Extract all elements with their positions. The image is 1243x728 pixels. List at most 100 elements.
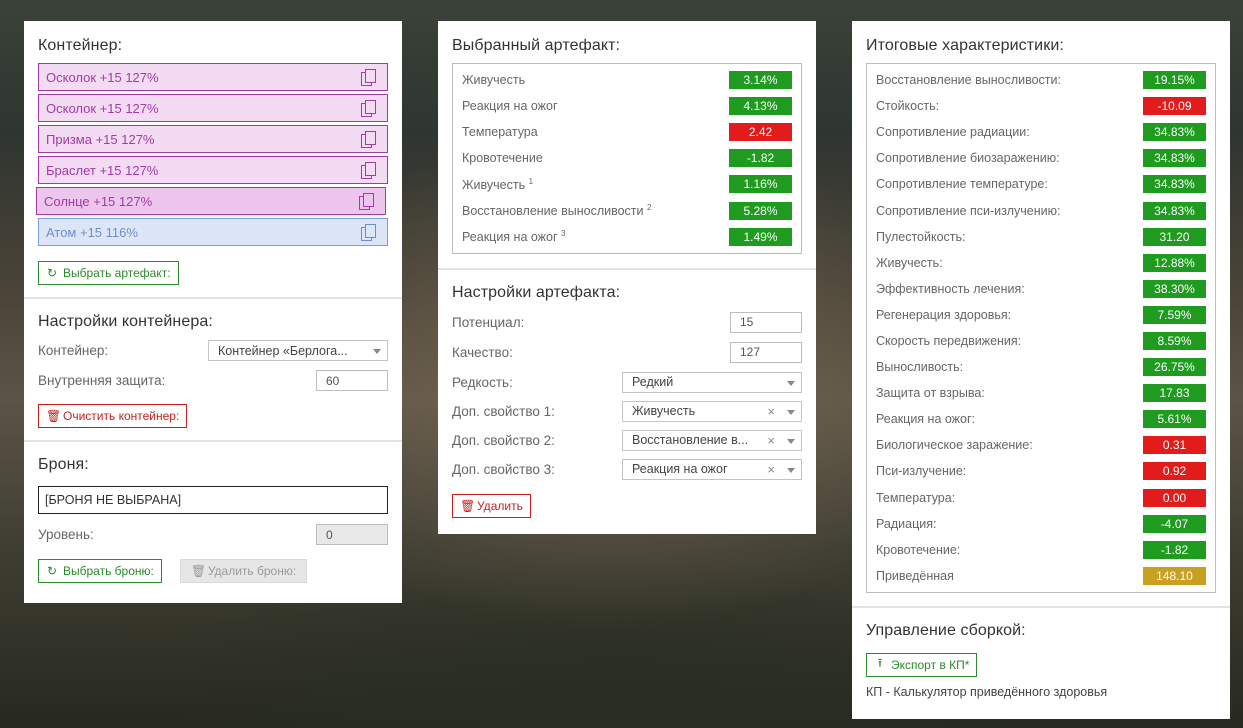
rarity-row: Редкость: Редкий (452, 371, 802, 393)
clear-icon[interactable]: × (767, 462, 775, 477)
stat-label: Реакция на ожог 3 (462, 229, 566, 244)
stat-label-text: Реакция на ожог (462, 230, 558, 245)
stat-value: 34.83% (1143, 175, 1206, 194)
stat-label-text: Защита от взрыва: (876, 386, 985, 401)
container-select[interactable]: Контейнер «Берлога... (208, 340, 388, 361)
armor-display[interactable]: [БРОНЯ НЕ ВЫБРАНА] (38, 486, 388, 514)
copy-icon[interactable] (361, 131, 377, 149)
copy-icon[interactable] (361, 224, 377, 242)
table-row: Пси-излучение: 0.92 (876, 458, 1206, 484)
choose-armor-button[interactable]: ↻ Выбрать броню: (38, 559, 162, 583)
stat-label: Кровотечение (462, 151, 543, 165)
delete-artifact-button[interactable]: 🗑 Удалить (452, 493, 531, 518)
stat-label-text: Сопротивление пси-излучению: (876, 203, 1061, 218)
container-item[interactable]: Осколок +15 127% (38, 94, 388, 122)
export-button[interactable]: ⭱ Экспорт в КП* (866, 652, 978, 677)
table-row: Стойкость: -10.09 (876, 93, 1206, 119)
stat-value: 0.92 (1143, 462, 1206, 481)
stat-label-text: Приведённая (876, 568, 954, 583)
container-item[interactable]: Осколок +15 127% (38, 63, 388, 91)
stat-label: Восстановление выносливости: (876, 73, 1061, 87)
stat-label-text: Реакция на ожог (462, 99, 558, 114)
quality-input[interactable]: 127 (730, 341, 802, 363)
chevron-down-icon (787, 467, 795, 473)
stat-label: Сопротивление температуре: (876, 177, 1048, 191)
choose-artifact-button[interactable]: ↻ Выбрать артефакт: (38, 261, 179, 285)
stat-label: Радиация: (876, 517, 937, 531)
table-row: Реакция на ожог 3 1.49% (462, 224, 792, 250)
stat-label-text: Биологическое заражение: (876, 438, 1033, 453)
prop3-select[interactable]: Реакция на ожог × (622, 458, 802, 480)
stat-label-text: Реакция на ожог: (876, 412, 976, 427)
stat-value: 17.83 (1143, 384, 1206, 403)
chevron-down-icon (787, 438, 795, 444)
container-item[interactable]: Солнце +15 127% (36, 187, 386, 215)
prop2-select[interactable]: Восстановление в... × (622, 429, 802, 451)
prop1-select[interactable]: Живучесть × (622, 400, 802, 422)
delete-armor-button[interactable]: 🗑 Удалить броню: (179, 559, 308, 583)
stat-label-text: Стойкость: (876, 99, 940, 114)
stat-value: 148.10 (1143, 566, 1206, 585)
stat-value: 34.83% (1143, 201, 1206, 220)
clear-container-button[interactable]: 🗑 Очистить контейнер: (38, 404, 188, 428)
container-item-label: Призма +15 127% (46, 131, 155, 147)
stat-value: 3.14% (729, 71, 792, 90)
stat-label-text: Сопротивление температуре: (876, 177, 1048, 192)
potential-input[interactable]: 15 (730, 311, 802, 333)
chevron-down-icon (373, 349, 381, 354)
artifact-settings-section: Настройки артефакта: Потенциал: 15 Качес… (438, 270, 816, 528)
trash-icon: 🗑 (190, 564, 207, 578)
trash-icon: 🗑 (46, 409, 62, 423)
container-settings-title: Настройки контейнера: (38, 313, 213, 330)
stat-label-text: Регенерация здоровья: (876, 307, 1012, 322)
prop3-row: Доп. свойство 3: Реакция на ожог × (452, 458, 802, 480)
clear-icon[interactable]: × (767, 404, 775, 419)
stat-value: 0.00 (1143, 488, 1206, 507)
stat-label: Реакция на ожог: (876, 412, 975, 426)
totals-section: Итоговые характеристики: Восстановление … (852, 21, 1230, 608)
prop1-row: Доп. свойство 1: Живучесть × (452, 400, 802, 422)
stat-label: Стойкость: (876, 99, 939, 113)
stat-value: 1.49% (729, 227, 792, 246)
armor-value: [БРОНЯ НЕ ВЫБРАНА] (45, 493, 182, 507)
prop1-value: Живучесть (632, 404, 696, 419)
container-item[interactable]: Браслет +15 127% (38, 156, 388, 184)
container-item[interactable]: Атом +15 116% (38, 218, 388, 246)
stat-label-text: Скорость передвижения: (876, 333, 1022, 348)
stat-label-text: Температура: (876, 490, 956, 505)
armor-title: Броня: (38, 456, 89, 473)
level-input[interactable]: 0 (316, 524, 388, 545)
quality-row: Качество: 127 (452, 341, 802, 363)
middle-panel: Выбранный артефакт: Живучесть 3.14% Реакци… (438, 21, 816, 534)
clear-icon[interactable]: × (767, 433, 775, 448)
rarity-select[interactable]: Редкий (622, 371, 802, 393)
copy-icon[interactable] (361, 69, 377, 87)
table-row: Сопротивление биозаражению: 34.83% (876, 145, 1206, 171)
copy-icon[interactable] (359, 193, 375, 211)
copy-icon[interactable] (361, 100, 377, 118)
table-row: Живучесть: 12.88% (876, 250, 1206, 276)
table-row: Реакция на ожог: 5.61% (876, 406, 1206, 432)
container-item[interactable]: Призма +15 127% (38, 125, 388, 153)
choose-armor-label: Выбрать броню: (63, 564, 154, 578)
container-items-list: Осколок +15 127% Осколок +15 127% Призма +… (36, 63, 388, 246)
stat-label: Приведённая (876, 569, 954, 583)
container-select-value: Контейнер «Берлога... (218, 343, 348, 358)
delete-artifact-label: Удалить (477, 498, 523, 513)
table-row: Сопротивление температуре: 34.83% (876, 171, 1206, 197)
stat-label: Биологическое заражение: (876, 438, 1033, 452)
copy-icon[interactable] (361, 162, 377, 180)
stat-value: 5.28% (729, 201, 792, 220)
protection-input[interactable]: 60 (316, 370, 388, 391)
stat-label: Живучесть: (876, 256, 943, 270)
stat-label-text: Восстановление выносливости: (876, 73, 1061, 88)
export-label: Экспорт в КП* (891, 657, 970, 672)
stat-label: Восстановление выносливости 2 (462, 203, 651, 218)
stat-label-text: Радиация: (876, 516, 937, 531)
artifact-settings-title: Настройки артефакта: (452, 283, 621, 301)
choose-artifact-label: Выбрать артефакт: (63, 266, 171, 280)
stat-label: Защита от взрыва: (876, 386, 985, 400)
stat-label: Живучесть (462, 73, 525, 87)
stat-label: Эффективность лечения: (876, 282, 1025, 296)
build-section: Управление сборкой: ⭱ Экспорт в КП* КП -… (852, 608, 1230, 709)
